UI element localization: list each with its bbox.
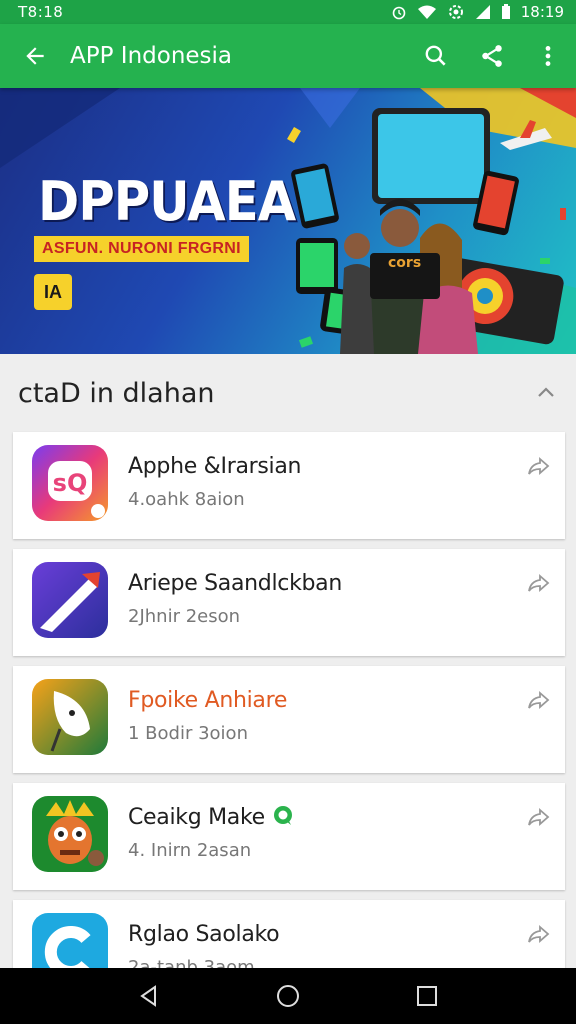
app-icon <box>32 562 108 638</box>
nav-recents-button[interactable] <box>397 968 457 1024</box>
promo-banner[interactable]: DPPUAEA ASFUN. NURONI FRGRNI IA cors <box>0 88 576 354</box>
arrow-left-icon <box>26 47 44 65</box>
nav-back-button[interactable] <box>119 968 179 1024</box>
app-list: sQ Apphe &Irarsian 4.oahk 8aion Ariepe S… <box>13 432 565 1017</box>
share-icon <box>482 45 502 67</box>
list-item[interactable]: sQ Apphe &Irarsian 4.oahk 8aion <box>13 432 565 539</box>
banner-product-label: cors <box>388 255 422 271</box>
app-meta: 2Jhnir 2eson <box>128 606 241 627</box>
app-name: Rglao Saolako <box>128 922 280 947</box>
circle-home-icon <box>276 985 299 1007</box>
section-header[interactable]: ctaD in dlahan <box>0 354 576 432</box>
status-time-left: T8:18 <box>18 3 64 21</box>
app-meta: 1 Bodir 3oion <box>128 723 248 744</box>
app-name: Fpoike Anhiare <box>128 688 288 713</box>
more-vert-icon <box>545 46 551 66</box>
status-time-right: 18:19 <box>520 3 564 21</box>
settings-status-icon <box>447 3 465 21</box>
share-button[interactable] <box>464 24 520 88</box>
banner-headline: DPPUAEA <box>38 170 296 233</box>
search-button[interactable] <box>408 24 464 88</box>
battery-icon <box>501 4 511 20</box>
chevron-up-icon[interactable] <box>534 381 558 405</box>
page-title: APP Indonesia <box>70 43 233 69</box>
app-icon <box>32 796 108 872</box>
app-bar: APP Indonesia <box>0 24 576 88</box>
share-arrow-icon[interactable] <box>527 805 551 829</box>
search-icon <box>425 45 446 66</box>
app-meta: 4.oahk 8aion <box>128 489 245 510</box>
app-name-text: Ceaikg Make <box>128 805 265 830</box>
app-icon <box>32 679 108 755</box>
nav-home-button[interactable] <box>258 968 318 1024</box>
banner-badge: IA <box>34 274 72 310</box>
alarm-icon <box>391 4 407 20</box>
square-recents-icon <box>416 986 437 1006</box>
share-arrow-icon[interactable] <box>527 922 551 946</box>
system-nav-bar <box>0 968 576 1024</box>
app-meta: 4. Inirn 2asan <box>128 840 252 861</box>
list-item[interactable]: Ceaikg Make 4. Inirn 2asan <box>13 783 565 890</box>
signal-icon <box>475 4 491 20</box>
share-arrow-icon[interactable] <box>527 571 551 595</box>
app-name: Apphe &Irarsian <box>128 454 302 479</box>
status-bar: T8:18 18:19 <box>0 0 576 24</box>
list-item[interactable]: Fpoike Anhiare 1 Bodir 3oion <box>13 666 565 773</box>
app-name: Ceaikg Make <box>128 805 565 830</box>
section-title: ctaD in dlahan <box>18 377 215 409</box>
app-name: Ariepe Saandlckban <box>128 571 343 596</box>
app-icon: sQ <box>32 445 108 521</box>
svg-text:sQ: sQ <box>53 469 88 497</box>
triangle-back-icon <box>140 985 157 1007</box>
chat-badge-icon <box>273 806 292 825</box>
list-item[interactable]: Ariepe Saandlckban 2Jhnir 2eson <box>13 549 565 656</box>
wifi-icon <box>417 4 437 20</box>
banner-tagline: ASFUN. NURONI FRGRNI <box>34 236 249 262</box>
share-arrow-icon[interactable] <box>527 454 551 478</box>
more-options-button[interactable] <box>520 24 576 88</box>
back-button[interactable] <box>0 24 70 88</box>
share-arrow-icon[interactable] <box>527 688 551 712</box>
